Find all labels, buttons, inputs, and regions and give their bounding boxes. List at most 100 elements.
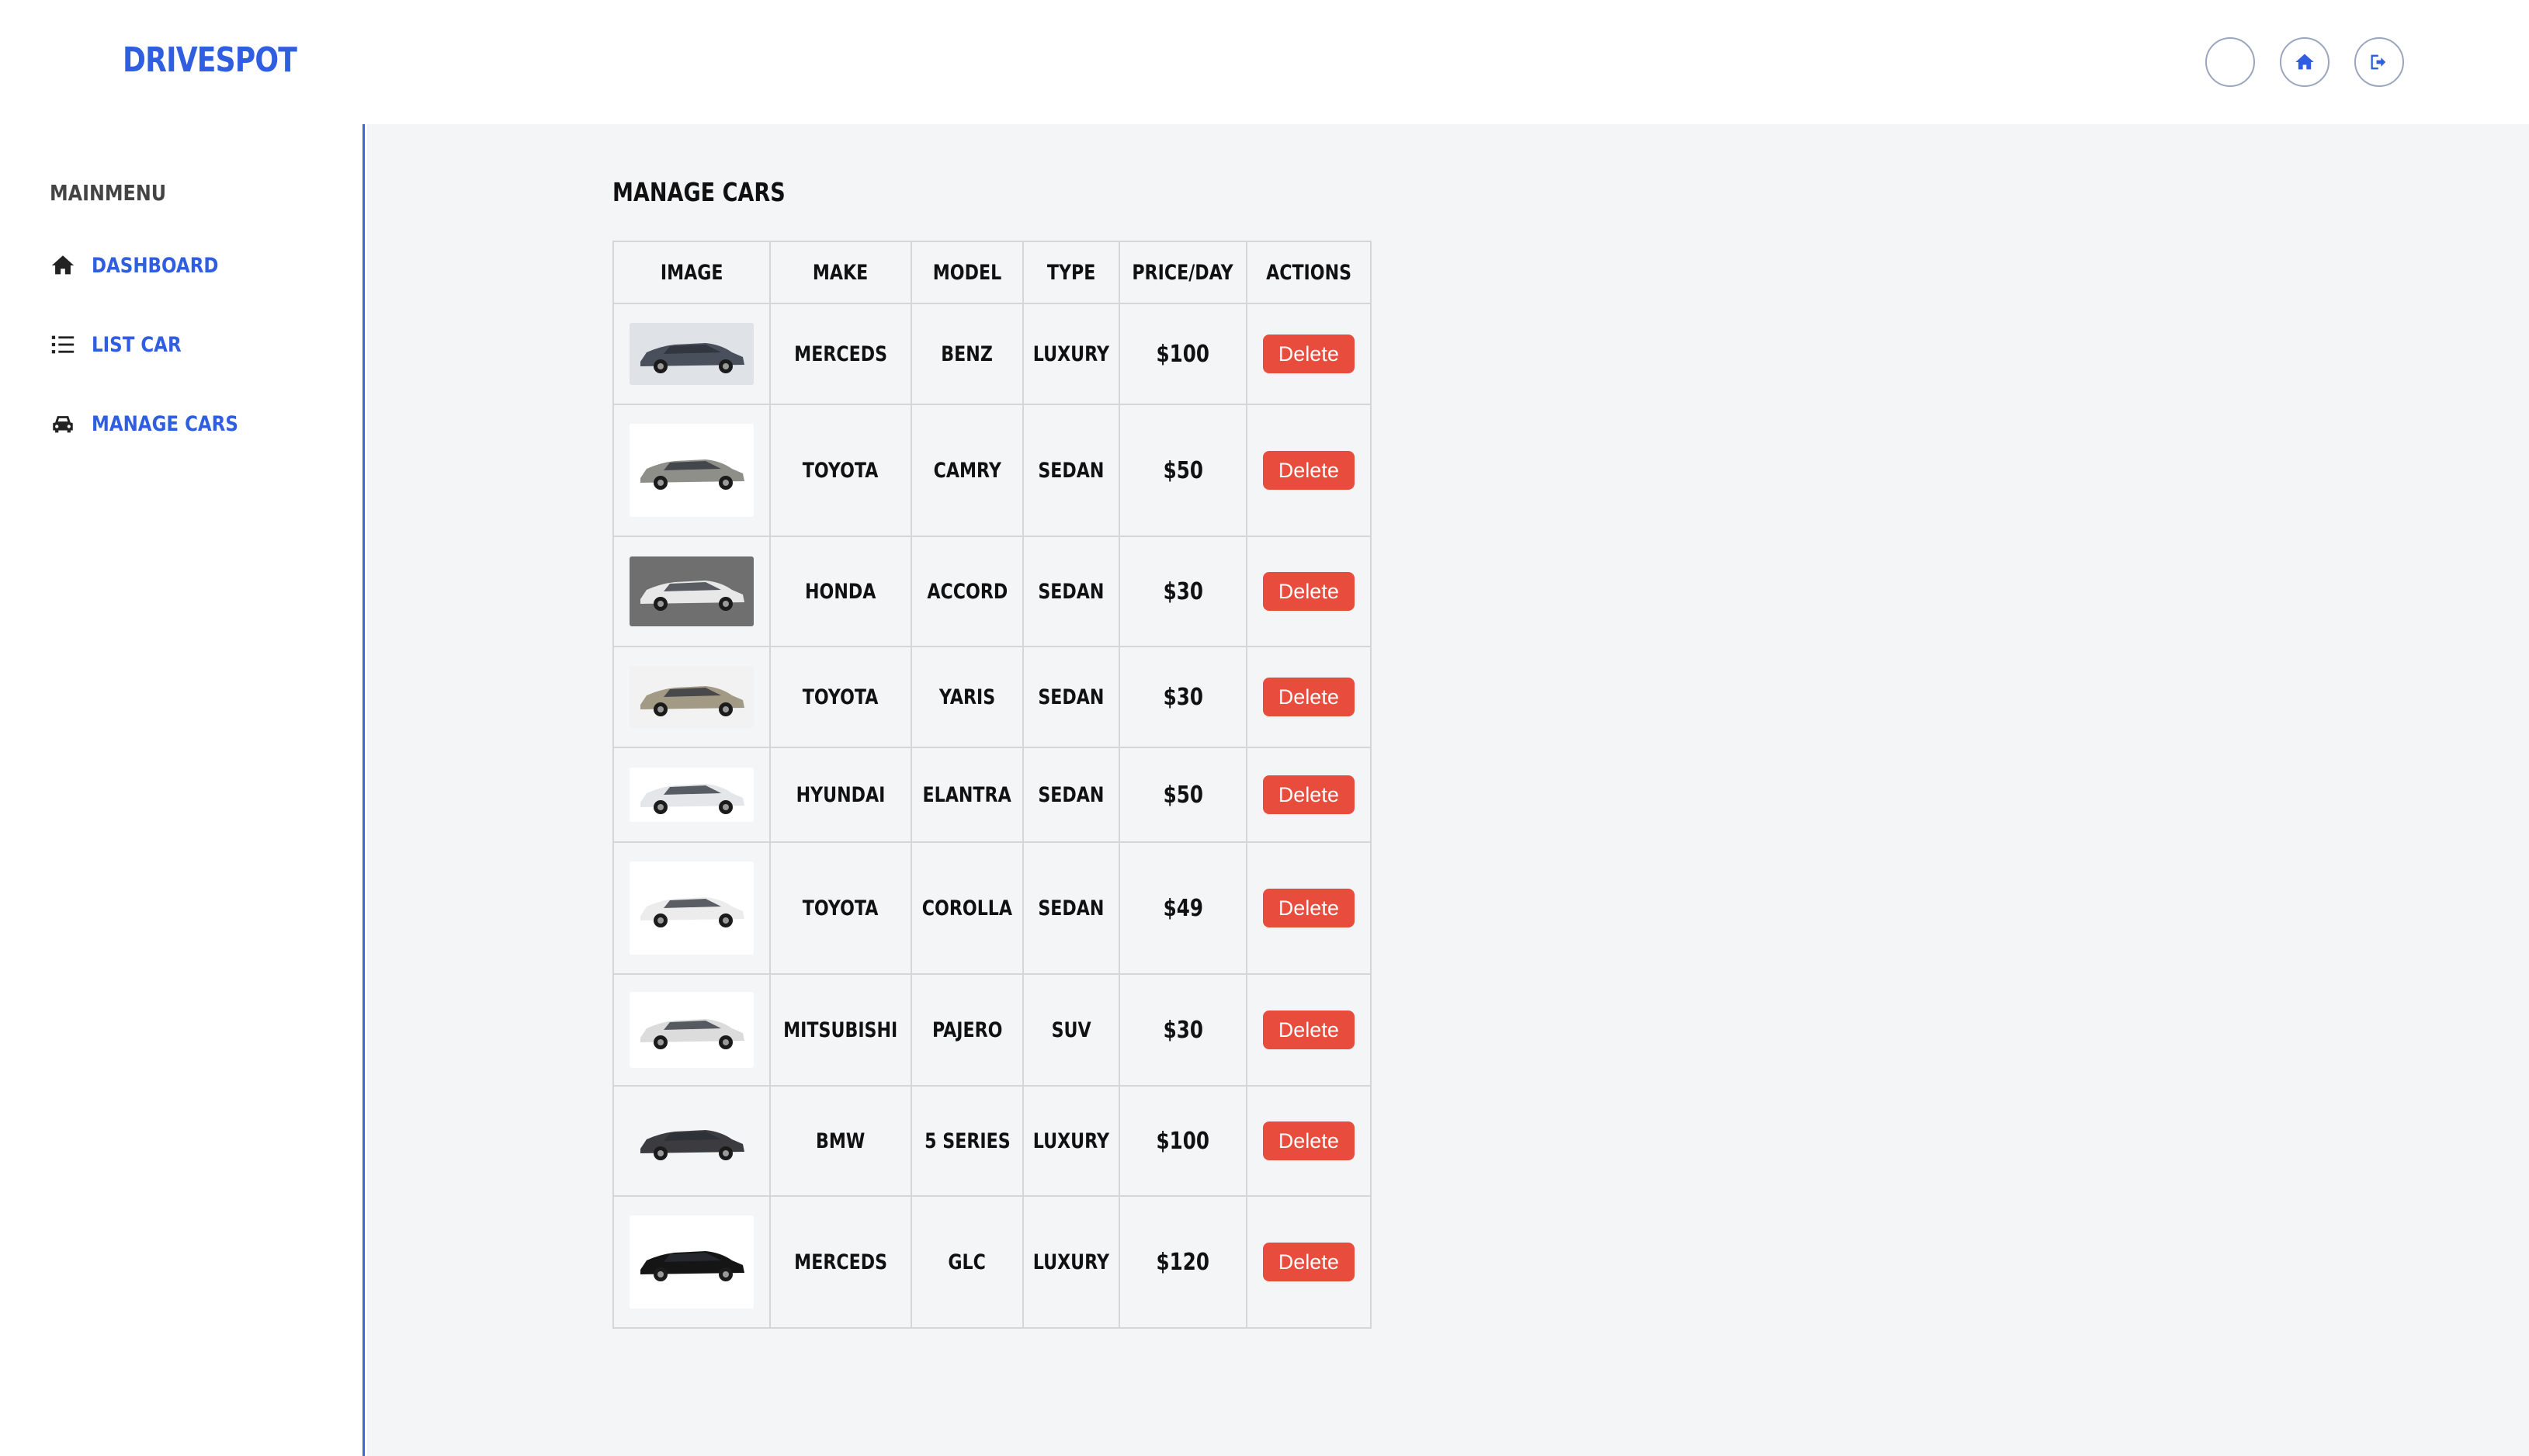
car-type: LUXURY bbox=[1022, 1195, 1120, 1329]
car-image-cell bbox=[612, 747, 771, 843]
column-header-model: MODEL bbox=[911, 241, 1024, 304]
actions-cell: Delete bbox=[1245, 973, 1372, 1087]
car-type: SEDAN bbox=[1022, 536, 1120, 647]
actions-cell: Delete bbox=[1245, 646, 1372, 748]
sidebar-item-dashboard[interactable]: DASHBOARD bbox=[50, 248, 241, 283]
table-row: HYUNDAI ELANTRA SEDAN $50 Delete bbox=[612, 747, 1372, 843]
car-photo-white-sedan bbox=[630, 556, 754, 626]
car-make: TOYOTA bbox=[769, 841, 912, 975]
delete-button[interactable]: Delete bbox=[1262, 889, 1355, 927]
delete-button[interactable]: Delete bbox=[1262, 1243, 1355, 1281]
table-row: HONDA ACCORD SEDAN $30 Delete bbox=[612, 536, 1372, 647]
car-image-cell bbox=[612, 536, 771, 647]
car-make: BMW bbox=[769, 1085, 912, 1197]
table-row: MITSUBISHI PAJERO SUV $30 Delete bbox=[612, 973, 1372, 1087]
car-model: YARIS bbox=[911, 646, 1024, 748]
actions-cell: Delete bbox=[1245, 536, 1372, 647]
menu-heading: MAINMENU bbox=[50, 180, 167, 206]
car-price: $50 bbox=[1118, 747, 1247, 843]
sidebar: MAINMENU DASHBOARD LIST CAR MANAGE CARS bbox=[0, 124, 365, 1456]
delete-button[interactable]: Delete bbox=[1262, 1121, 1355, 1160]
car-model: 5 SERIES bbox=[911, 1085, 1024, 1197]
column-header-type: TYPE bbox=[1022, 241, 1120, 304]
car-icon bbox=[53, 416, 73, 433]
delete-button[interactable]: Delete bbox=[1262, 451, 1355, 490]
car-price: $100 bbox=[1118, 1085, 1247, 1197]
delete-button[interactable]: Delete bbox=[1262, 335, 1355, 373]
car-photo-silver-sedan bbox=[630, 424, 754, 517]
car-photo-grey-sedan bbox=[630, 1110, 754, 1172]
actions-cell: Delete bbox=[1245, 1085, 1372, 1197]
car-type: SEDAN bbox=[1022, 841, 1120, 975]
column-header-make: MAKE bbox=[769, 241, 912, 304]
car-price: $30 bbox=[1118, 646, 1247, 748]
car-price: $30 bbox=[1118, 536, 1247, 647]
car-make: HYUNDAI bbox=[769, 747, 912, 843]
car-type: LUXURY bbox=[1022, 1085, 1120, 1197]
car-photo-white-suv bbox=[630, 992, 754, 1068]
car-price: $30 bbox=[1118, 973, 1247, 1087]
car-image-cell bbox=[612, 404, 771, 537]
car-photo-white-sedan bbox=[630, 768, 754, 822]
delete-button[interactable]: Delete bbox=[1262, 678, 1355, 716]
delete-button[interactable]: Delete bbox=[1262, 775, 1355, 814]
table-row: MERCEDS BENZ LUXURY $100 Delete bbox=[612, 303, 1372, 405]
table-row: TOYOTA CAMRY SEDAN $50 Delete bbox=[612, 404, 1372, 537]
delete-button[interactable]: Delete bbox=[1262, 572, 1355, 611]
actions-cell: Delete bbox=[1245, 303, 1372, 405]
car-image-cell bbox=[612, 1195, 771, 1329]
car-image-cell bbox=[612, 1085, 771, 1197]
profile-icon[interactable] bbox=[2205, 37, 2255, 87]
table-row: TOYOTA YARIS SEDAN $30 Delete bbox=[612, 646, 1372, 748]
car-type: LUXURY bbox=[1022, 303, 1120, 405]
actions-cell: Delete bbox=[1245, 404, 1372, 537]
car-type: SUV bbox=[1022, 973, 1120, 1087]
car-image-cell bbox=[612, 973, 771, 1087]
cars-table: IMAGE MAKE MODEL TYPE PRICE/DAY ACTIONS … bbox=[612, 241, 1372, 1329]
car-make: MERCEDS bbox=[769, 303, 912, 405]
home-icon[interactable] bbox=[2280, 37, 2330, 87]
car-make: TOYOTA bbox=[769, 646, 912, 748]
car-type: SEDAN bbox=[1022, 404, 1120, 537]
car-price: $120 bbox=[1118, 1195, 1247, 1329]
sidebar-item-label: LIST CAR bbox=[92, 332, 182, 357]
car-model: CAMRY bbox=[911, 404, 1024, 537]
home-icon bbox=[51, 255, 75, 275]
car-type: SEDAN bbox=[1022, 646, 1120, 748]
sidebar-item-manage-cars[interactable]: MANAGE CARS bbox=[50, 407, 264, 441]
car-photo-beige-sedan bbox=[630, 666, 754, 728]
car-model: PAJERO bbox=[911, 973, 1024, 1087]
car-photo-dark-suv bbox=[630, 323, 754, 385]
car-make: HONDA bbox=[769, 536, 912, 647]
car-image-cell bbox=[612, 841, 771, 975]
table-row: BMW 5 SERIES LUXURY $100 Delete bbox=[612, 1085, 1372, 1197]
table-header-row: IMAGE MAKE MODEL TYPE PRICE/DAY ACTIONS bbox=[612, 241, 1372, 304]
car-price: $100 bbox=[1118, 303, 1247, 405]
actions-cell: Delete bbox=[1245, 841, 1372, 975]
delete-button[interactable]: Delete bbox=[1262, 1011, 1355, 1049]
sidebar-item-list-car[interactable]: LIST CAR bbox=[50, 328, 197, 362]
car-price: $50 bbox=[1118, 404, 1247, 537]
app-logo[interactable]: DRIVESPOT bbox=[123, 40, 297, 80]
actions-cell: Delete bbox=[1245, 747, 1372, 843]
top-bar: DRIVESPOT bbox=[0, 0, 2529, 124]
column-header-image: IMAGE bbox=[612, 241, 771, 304]
car-photo-black-suv bbox=[630, 1215, 754, 1309]
car-model: BENZ bbox=[911, 303, 1024, 405]
car-make: TOYOTA bbox=[769, 404, 912, 537]
car-photo-white-sedan bbox=[630, 861, 754, 955]
actions-cell: Delete bbox=[1245, 1195, 1372, 1329]
car-make: MITSUBISHI bbox=[769, 973, 912, 1087]
page-title: MANAGE CARS bbox=[612, 177, 786, 207]
car-image-cell bbox=[612, 646, 771, 748]
table-row: MERCEDS GLC LUXURY $120 Delete bbox=[612, 1195, 1372, 1329]
column-header-actions: ACTIONS bbox=[1245, 241, 1372, 304]
logout-icon[interactable] bbox=[2354, 37, 2404, 87]
sidebar-item-label: DASHBOARD bbox=[92, 253, 219, 278]
table-row: TOYOTA COROLLA SEDAN $49 Delete bbox=[612, 841, 1372, 975]
car-make: MERCEDS bbox=[769, 1195, 912, 1329]
car-model: ACCORD bbox=[911, 536, 1024, 647]
car-model: ELANTRA bbox=[911, 747, 1024, 843]
car-model: GLC bbox=[911, 1195, 1024, 1329]
sidebar-item-label: MANAGE CARS bbox=[92, 411, 238, 436]
